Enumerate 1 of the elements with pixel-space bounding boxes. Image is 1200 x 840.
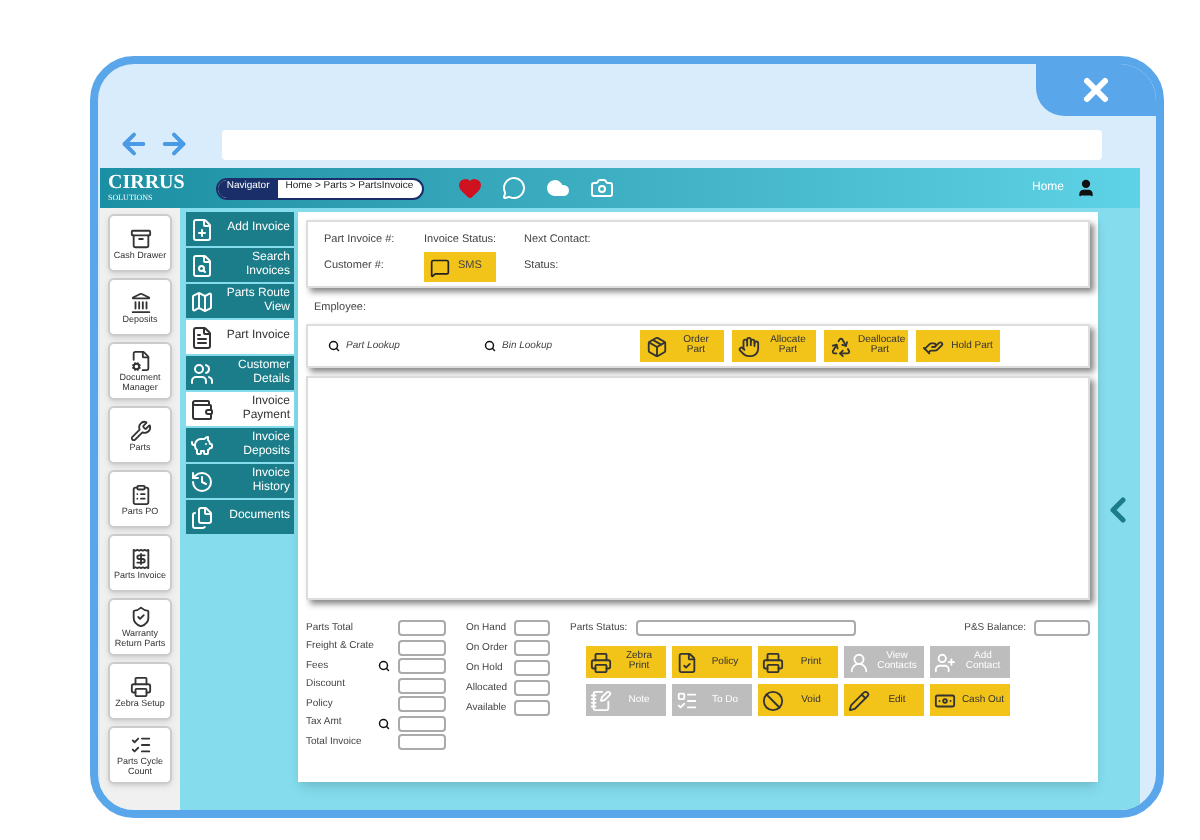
logo-text: CIRRUS: [108, 174, 185, 192]
